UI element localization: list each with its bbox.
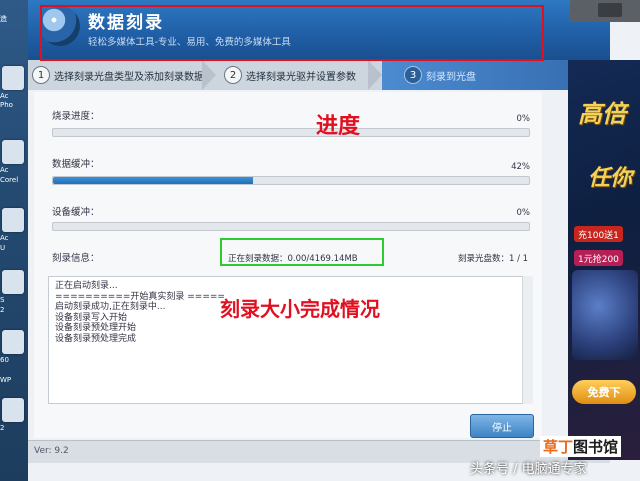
- burn-progress-bar: [52, 128, 530, 137]
- wizard-steps: 1 选择刻录光盘类型及添加刻录数据 2 选择刻录光驱并设置参数 3 刻录到光盘: [28, 60, 610, 90]
- desktop-label: Pho: [0, 101, 13, 109]
- desktop-label: WP: [0, 376, 12, 384]
- data-buffer-percent: 42%: [511, 162, 530, 172]
- burn-progress-percent: 0%: [516, 114, 531, 124]
- step-number: 2: [224, 66, 242, 84]
- desktop-label: 2: [0, 424, 5, 432]
- desktop-label: Ac: [0, 234, 9, 242]
- step-label: 刻录到光盘: [426, 71, 476, 83]
- desktop-label: 60: [0, 356, 9, 364]
- size-annotation-box: [220, 238, 384, 266]
- step-3[interactable]: 3 刻录到光盘: [404, 64, 476, 86]
- step-arrow-icon: [368, 60, 382, 90]
- ad-banner[interactable]: 高倍 任你 充100送1 1元抢200 免费下: [568, 60, 640, 460]
- desktop-app-icon[interactable]: [2, 208, 24, 232]
- data-buffer-label: 数据缓冲：: [52, 159, 100, 170]
- progress-annotation-label: 进度: [316, 114, 361, 139]
- device-buffer-bar: [52, 222, 530, 231]
- progress-annotation-box: [40, 5, 544, 61]
- watermark-logo-part: 图书馆: [573, 438, 619, 456]
- log-line: 设备刻录预处理完成: [55, 333, 137, 344]
- log-line: 正在启动刻录...: [55, 281, 118, 291]
- desktop-app-icon[interactable]: [2, 330, 24, 354]
- burn-app-window: 数据刻录 轻松多媒体工具-专业、易用、免费的多媒体工具 1 选择刻录光盘类型及添…: [28, 0, 640, 481]
- stop-button[interactable]: 停止: [470, 414, 534, 438]
- desktop-label: U: [0, 244, 6, 252]
- desktop-app-icon[interactable]: [2, 66, 24, 90]
- step-label: 选择刻录光盘类型及添加刻录数据: [54, 71, 204, 83]
- desktop-label: Ac: [0, 166, 9, 174]
- ad-headline-1: 高倍: [578, 100, 626, 128]
- version-label: Ver: 9.2: [34, 446, 69, 456]
- watermark-logo: 草丁图书馆: [540, 436, 622, 457]
- step-2[interactable]: 2 选择刻录光驱并设置参数: [224, 64, 356, 86]
- ad-offer-2: 1元抢200: [574, 250, 623, 266]
- ad-free-button[interactable]: 免费下: [572, 380, 636, 404]
- desktop-label: S: [0, 296, 5, 304]
- log-scrollbar[interactable]: [522, 276, 533, 404]
- desktop-label: Corel: [0, 176, 19, 184]
- step-arrow-icon: [202, 60, 216, 90]
- desktop-label: Ac: [0, 92, 9, 100]
- desktop-label: 2: [0, 306, 5, 314]
- device-buffer-percent: 0%: [516, 208, 531, 218]
- watermark-text: 头条号 / 电脑通专家: [470, 462, 587, 477]
- step-label: 选择刻录光驱并设置参数: [246, 71, 356, 83]
- log-line: 设备刻录预处理开始: [55, 323, 137, 333]
- desktop-app-icon[interactable]: [2, 270, 24, 294]
- disc-count: 刻录光盘数：1 / 1: [458, 254, 529, 264]
- window-frame-strip: [570, 0, 640, 22]
- burn-progress-label: 烧录进度：: [52, 111, 100, 122]
- step-number: 3: [404, 66, 422, 84]
- step-number: 1: [32, 66, 50, 84]
- ad-cards-image: [572, 270, 638, 360]
- step-1[interactable]: 1 选择刻录光盘类型及添加刻录数据: [32, 64, 204, 86]
- ad-headline-2: 任你: [588, 166, 633, 191]
- desktop-strip: 造 Ac Pho Ac Corel Ac U S 2 60 WP 2: [0, 0, 28, 481]
- desktop-label: 造: [0, 15, 7, 23]
- desktop-app-icon[interactable]: [2, 398, 24, 422]
- ad-offer-1: 充100送1: [574, 226, 623, 242]
- window-close-icon[interactable]: [598, 3, 622, 17]
- size-annotation-label: 刻录大小完成情况: [220, 297, 380, 321]
- device-buffer-label: 设备缓冲：: [52, 207, 100, 218]
- burn-info-label: 刻录信息：: [52, 253, 100, 264]
- desktop-app-icon[interactable]: [2, 140, 24, 164]
- data-buffer-fill: [53, 177, 253, 184]
- data-buffer-bar: [52, 176, 530, 185]
- watermark-logo-part: 草丁: [543, 438, 574, 456]
